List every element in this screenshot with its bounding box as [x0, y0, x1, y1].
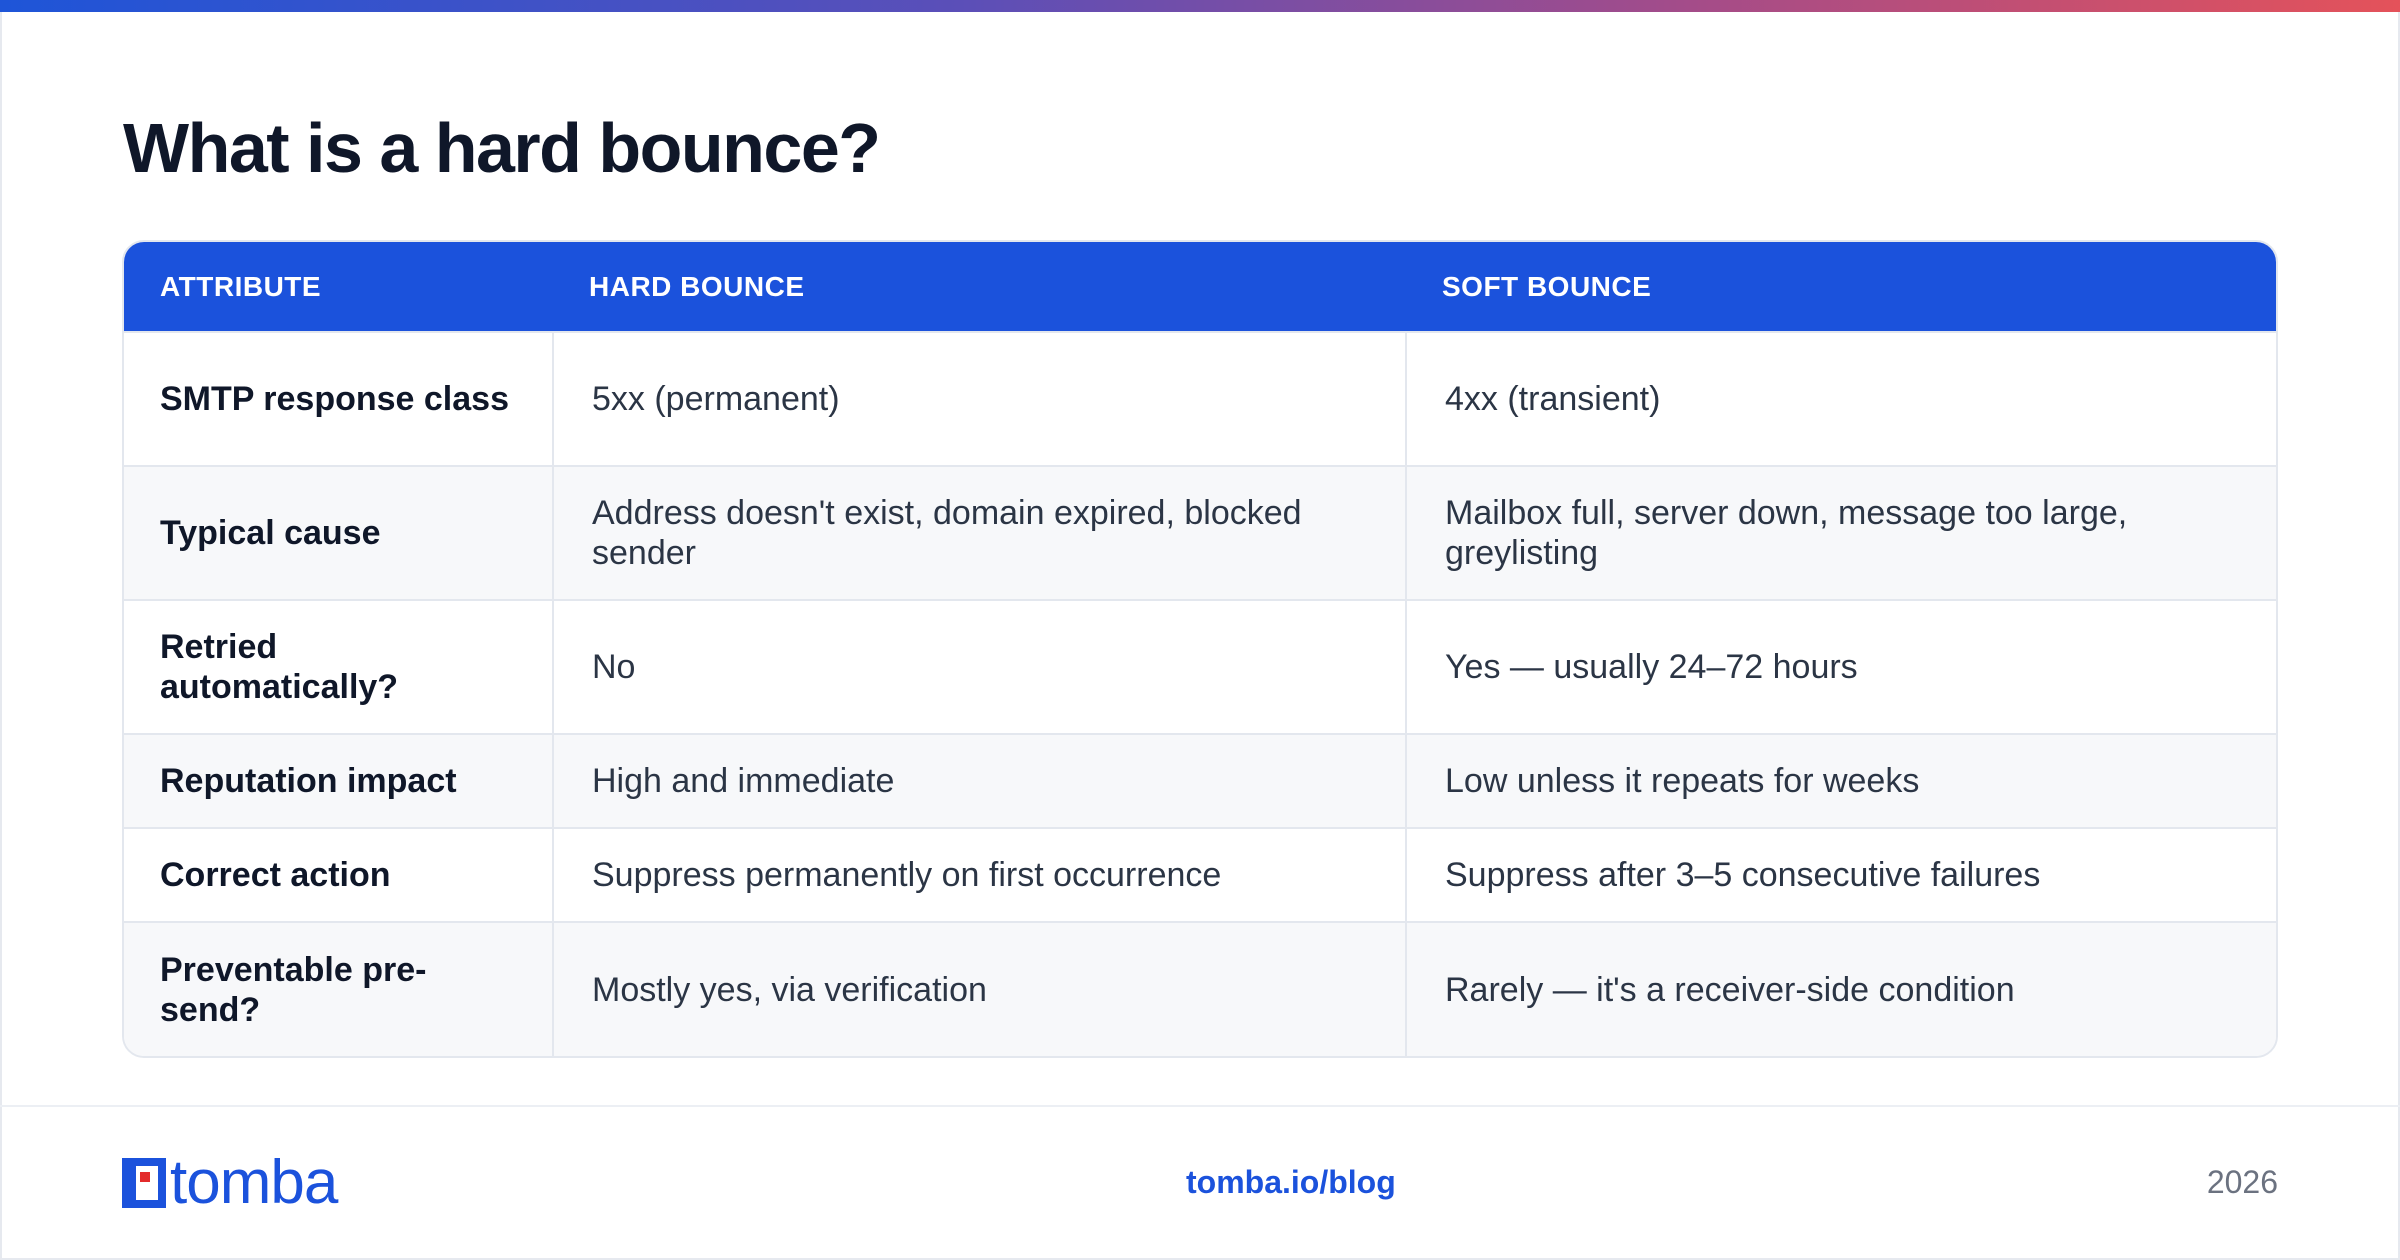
table-row: Correct action Suppress permanently on f… — [124, 827, 2276, 922]
row-hard-bounce: No — [552, 599, 1406, 734]
tomba-logo-icon — [122, 1158, 166, 1208]
comparison-table: ATTRIBUTE HARD BOUNCE SOFT BOUNCE SMTP r… — [122, 240, 2278, 1058]
header-hard-bounce: HARD BOUNCE — [589, 270, 805, 302]
row-attribute: Retried automatically? — [124, 599, 553, 734]
table-row: Retried automatically? No Yes — usually … — [124, 599, 2276, 734]
row-attribute: SMTP response class — [124, 331, 553, 466]
blog-link[interactable]: tomba.io/blog — [1186, 1164, 1396, 1201]
row-hard-bounce: 5xx (permanent) — [552, 331, 1406, 466]
page-title: What is a hard bounce? — [123, 109, 881, 187]
table-row: Typical cause Address doesn't exist, dom… — [124, 465, 2276, 600]
row-soft-bounce: Low unless it repeats for weeks — [1405, 733, 2276, 828]
table-row: Preventable pre-send? Mostly yes, via ve… — [124, 921, 2276, 1056]
table-header-row: ATTRIBUTE HARD BOUNCE SOFT BOUNCE — [124, 242, 2276, 332]
row-hard-bounce: Suppress permanently on first occurrence — [552, 827, 1406, 922]
brand-name: tomba — [170, 1148, 338, 1217]
table-row: Reputation impact High and immediate Low… — [124, 733, 2276, 828]
row-attribute: Reputation impact — [124, 733, 553, 828]
row-hard-bounce: High and immediate — [552, 733, 1406, 828]
row-soft-bounce: Rarely — it's a receiver-side condition — [1405, 921, 2276, 1056]
row-soft-bounce: Yes — usually 24–72 hours — [1405, 599, 2276, 734]
row-soft-bounce: 4xx (transient) — [1405, 331, 2276, 466]
row-attribute: Preventable pre-send? — [124, 921, 553, 1056]
row-attribute: Typical cause — [124, 465, 553, 600]
header-attribute: ATTRIBUTE — [160, 270, 322, 302]
row-soft-bounce: Mailbox full, server down, message too l… — [1405, 465, 2276, 600]
gradient-top-bar — [0, 0, 2400, 12]
tomba-logo[interactable]: tomba — [122, 1148, 338, 1217]
footer-divider — [0, 1105, 2400, 1107]
row-hard-bounce: Mostly yes, via verification — [552, 921, 1406, 1056]
header-soft-bounce: SOFT BOUNCE — [1442, 270, 1652, 302]
table-row: SMTP response class 5xx (permanent) 4xx … — [124, 331, 2276, 466]
row-soft-bounce: Suppress after 3–5 consecutive failures — [1405, 827, 2276, 922]
row-attribute: Correct action — [124, 827, 553, 922]
row-hard-bounce: Address doesn't exist, domain expired, b… — [552, 465, 1406, 600]
footer-year: 2026 — [2206, 1164, 2278, 1200]
